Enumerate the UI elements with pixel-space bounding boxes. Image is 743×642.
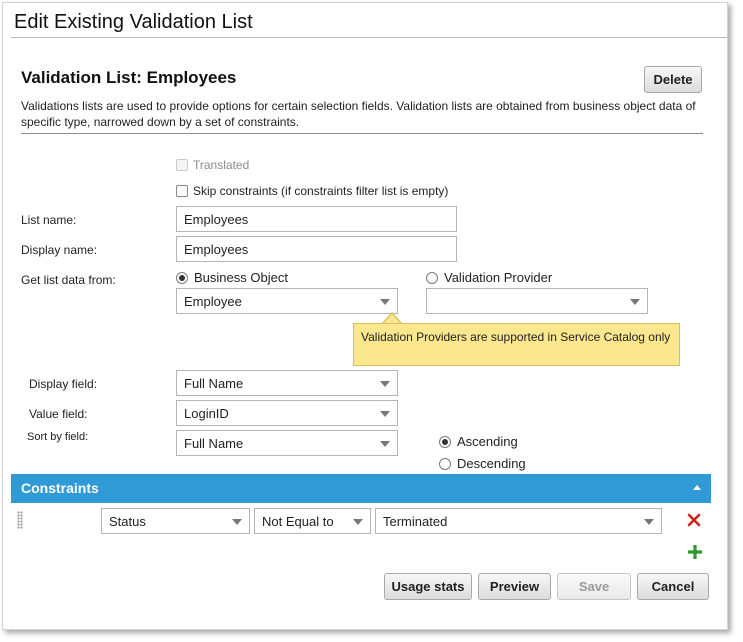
skip-constraints-row[interactable]: Skip constraints (if constraints filter … (176, 184, 448, 198)
list-name-label: List name: (21, 213, 77, 227)
chevron-down-icon (380, 381, 390, 387)
drag-handle-icon[interactable] (17, 511, 23, 529)
chevron-down-icon (380, 299, 390, 305)
sort-by-field-select[interactable]: Full Name (176, 430, 398, 456)
ascending-radio[interactable] (439, 435, 451, 448)
constraint-field-select[interactable]: Status (101, 508, 250, 534)
descending-radio[interactable] (439, 457, 451, 470)
constraint-operator-select[interactable]: Not Equal to (254, 508, 371, 534)
skip-constraints-checkbox[interactable] (176, 185, 188, 197)
cancel-button[interactable]: Cancel (637, 573, 709, 600)
skip-constraints-label: Skip constraints (if constraints filter … (193, 184, 449, 198)
business-object-select[interactable]: Employee (176, 288, 398, 314)
translated-checkbox[interactable] (176, 159, 188, 171)
validation-provider-select[interactable] (426, 288, 648, 314)
edit-validation-list-dialog: Edit Existing Validation List Validation… (2, 2, 728, 630)
display-field-value: Full Name (184, 375, 244, 391)
list-name-input[interactable]: Employees (176, 206, 457, 232)
page-title: Validation List: Employees (21, 68, 237, 87)
chevron-down-icon (380, 441, 390, 447)
display-field-select[interactable]: Full Name (176, 370, 398, 396)
save-button[interactable]: Save (557, 573, 631, 600)
descending-radio-row[interactable]: Descending (439, 456, 526, 471)
validation-provider-radio-row[interactable]: Validation Provider (426, 270, 552, 285)
ascending-radio-row[interactable]: Ascending (439, 434, 518, 449)
value-field-value: LoginID (184, 405, 229, 421)
usage-stats-button[interactable]: Usage stats (384, 573, 472, 600)
constraint-value-select[interactable]: Terminated (375, 508, 662, 534)
description-divider (21, 133, 703, 134)
window-title: Edit Existing Validation List (14, 11, 253, 33)
constraint-field-value: Status (109, 513, 146, 529)
validation-provider-label: Validation Provider (444, 270, 553, 285)
chevron-down-icon (232, 519, 242, 525)
ascending-label: Ascending (457, 434, 518, 449)
constraint-operator-value: Not Equal to (262, 513, 334, 529)
display-field-label: Display field: (29, 377, 98, 391)
value-field-select[interactable]: LoginID (176, 400, 398, 426)
business-object-radio[interactable] (176, 271, 188, 284)
constraint-value-value: Terminated (383, 513, 448, 529)
remove-constraint-icon[interactable] (686, 512, 702, 528)
get-list-data-label: Get list data from: (21, 273, 116, 287)
display-name-label: Display name: (21, 243, 98, 257)
business-object-select-value: Employee (184, 293, 242, 309)
chevron-down-icon (630, 299, 640, 305)
validation-provider-tooltip: Validation Providers are supported in Se… (353, 323, 680, 366)
sort-by-field-value: Full Name (184, 435, 244, 451)
chevron-down-icon (644, 519, 654, 525)
display-name-input[interactable]: Employees (176, 236, 457, 262)
collapse-icon[interactable] (693, 485, 701, 490)
validation-provider-radio[interactable] (426, 271, 438, 284)
chevron-down-icon (353, 519, 363, 525)
add-constraint-icon[interactable] (687, 544, 703, 560)
translated-label: Translated (193, 158, 250, 172)
chevron-down-icon (380, 411, 390, 417)
sort-by-field-label: Sort by field: (27, 431, 89, 443)
preview-button[interactable]: Preview (478, 573, 551, 600)
business-object-label: Business Object (194, 270, 288, 285)
constraints-section-header[interactable]: Constraints (11, 474, 711, 503)
business-object-radio-row[interactable]: Business Object (176, 270, 288, 285)
description-text: Validations lists are used to provide op… (21, 99, 696, 129)
translated-checkbox-row[interactable]: Translated (176, 158, 249, 172)
value-field-label: Value field: (29, 407, 88, 421)
delete-button[interactable]: Delete (644, 66, 702, 93)
constraints-title: Constraints (21, 480, 99, 496)
title-divider (11, 37, 727, 38)
descending-label: Descending (457, 456, 526, 471)
